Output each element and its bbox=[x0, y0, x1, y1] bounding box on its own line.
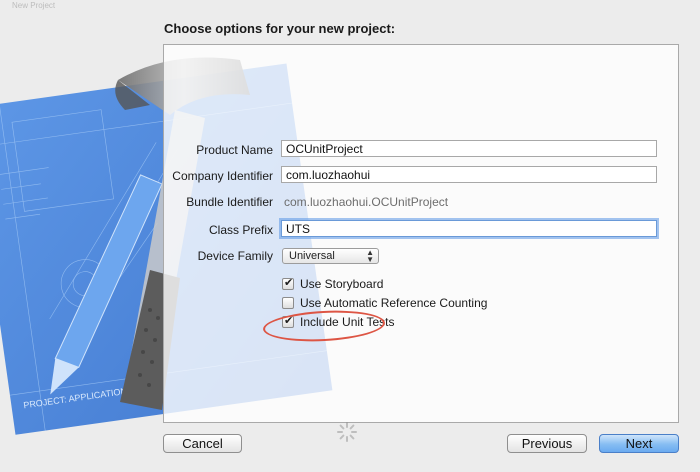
use-storyboard-option[interactable]: Use Storyboard bbox=[282, 276, 384, 291]
company-identifier-label: Company Identifier bbox=[172, 169, 273, 183]
use-arc-option[interactable]: Use Automatic Reference Counting bbox=[282, 296, 487, 310]
company-identifier-field[interactable] bbox=[281, 166, 657, 183]
device-family-value: Universal bbox=[289, 250, 335, 262]
device-family-label: Device Family bbox=[197, 249, 273, 263]
device-family-select[interactable]: Universal ▲ ▼ bbox=[282, 248, 379, 264]
next-button[interactable]: Next bbox=[599, 434, 679, 453]
progress-spinner-icon bbox=[337, 422, 357, 442]
bundle-identifier-label: Bundle Identifier bbox=[186, 195, 273, 209]
use-arc-checkbox[interactable] bbox=[282, 297, 294, 309]
use-storyboard-checkbox[interactable] bbox=[282, 276, 294, 290]
previous-button[interactable]: Previous bbox=[507, 434, 587, 453]
use-arc-label: Use Automatic Reference Counting bbox=[300, 296, 488, 310]
cancel-button[interactable]: Cancel bbox=[163, 434, 242, 453]
class-prefix-label: Class Prefix bbox=[208, 223, 273, 237]
use-storyboard-label: Use Storyboard bbox=[300, 277, 384, 291]
product-name-field[interactable] bbox=[281, 140, 657, 157]
page-title: Choose options for your new project: bbox=[164, 21, 396, 36]
updown-arrows-icon: ▲ ▼ bbox=[366, 248, 374, 264]
window-title: New Project bbox=[12, 1, 56, 10]
product-name-label: Product Name bbox=[196, 143, 273, 157]
class-prefix-field[interactable] bbox=[281, 220, 657, 237]
bundle-identifier-value: com.luozhaohui.OCUnitProject bbox=[284, 195, 449, 209]
